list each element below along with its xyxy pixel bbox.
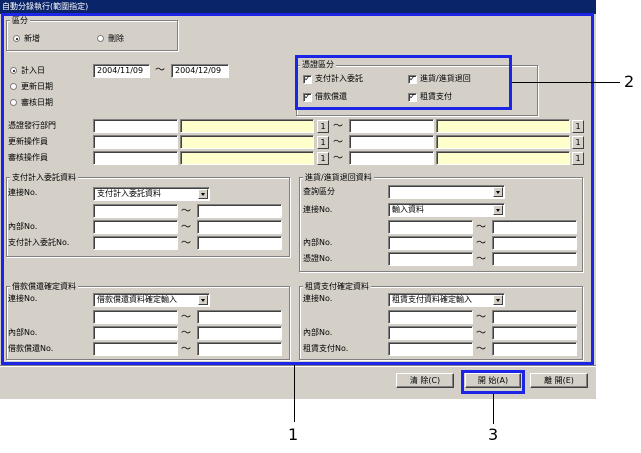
leader-line-3 xyxy=(493,394,494,424)
callout-3: 3 xyxy=(488,425,499,444)
clear-button[interactable]: 清 除(C) xyxy=(396,373,454,388)
title-bar: 自動分錄執行(範圍指定) xyxy=(0,0,596,14)
callout-1: 1 xyxy=(288,425,299,444)
leader-line-1 xyxy=(294,365,295,422)
callout-2: 2 xyxy=(624,72,635,91)
leader-line-2 xyxy=(512,82,620,83)
window-title: 自動分錄執行(範圍指定) xyxy=(2,2,89,11)
highlight-area-3 xyxy=(461,370,525,394)
close-button[interactable]: 離 開(E) xyxy=(530,373,588,388)
footer-divider xyxy=(0,365,596,367)
highlight-area-2 xyxy=(295,55,512,110)
